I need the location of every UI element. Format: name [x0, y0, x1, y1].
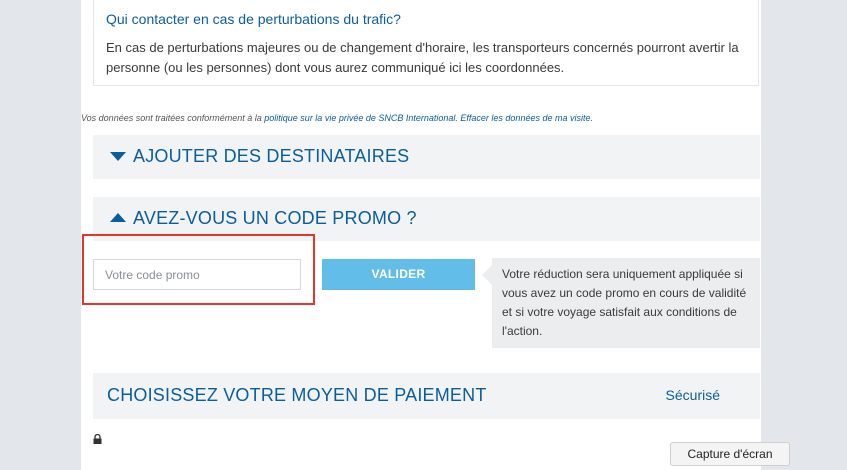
privacy-policy-link[interactable]: politique sur la vie privée de SNCB Inte…: [264, 113, 455, 123]
privacy-prefix: Vos données sont traitées conformément à…: [81, 113, 265, 123]
triangle-up-icon: [110, 213, 126, 222]
contact-info-box: Qui contacter en cas de perturbations du…: [93, 0, 759, 86]
secure-label: Sécurisé: [665, 387, 720, 403]
validate-promo-button[interactable]: VALIDER: [322, 259, 475, 290]
payment-method-header: CHOISISSEZ VOTRE MOYEN DE PAIEMENT Sécur…: [93, 373, 760, 419]
contact-info-text: En cas de perturbations majeures ou de c…: [106, 40, 739, 75]
add-recipients-label: AJOUTER DES DESTINATAIRES: [133, 146, 410, 166]
lock-icon: [93, 434, 102, 444]
payment-method-title: CHOISISSEZ VOTRE MOYEN DE PAIEMENT: [107, 385, 487, 405]
triangle-down-icon: [110, 152, 126, 161]
clear-visit-data-link[interactable]: Effacer les données de ma visite: [460, 113, 590, 123]
payment-description-cut: [93, 462, 653, 470]
screenshot-capture-button[interactable]: Capture d'écran: [670, 442, 790, 466]
contact-info-title: Qui contacter en cas de perturbations du…: [106, 11, 401, 27]
privacy-notice: Vos données sont traitées conformément à…: [81, 113, 593, 123]
add-recipients-toggle[interactable]: AJOUTER DES DESTINATAIRES: [93, 135, 760, 179]
promo-info-tooltip: Votre réduction sera uniquement appliqué…: [482, 258, 760, 348]
promo-input-highlight: [82, 234, 315, 305]
promo-code-label: AVEZ-VOUS UN CODE PROMO ?: [133, 208, 417, 228]
privacy-suffix: .: [590, 113, 593, 123]
